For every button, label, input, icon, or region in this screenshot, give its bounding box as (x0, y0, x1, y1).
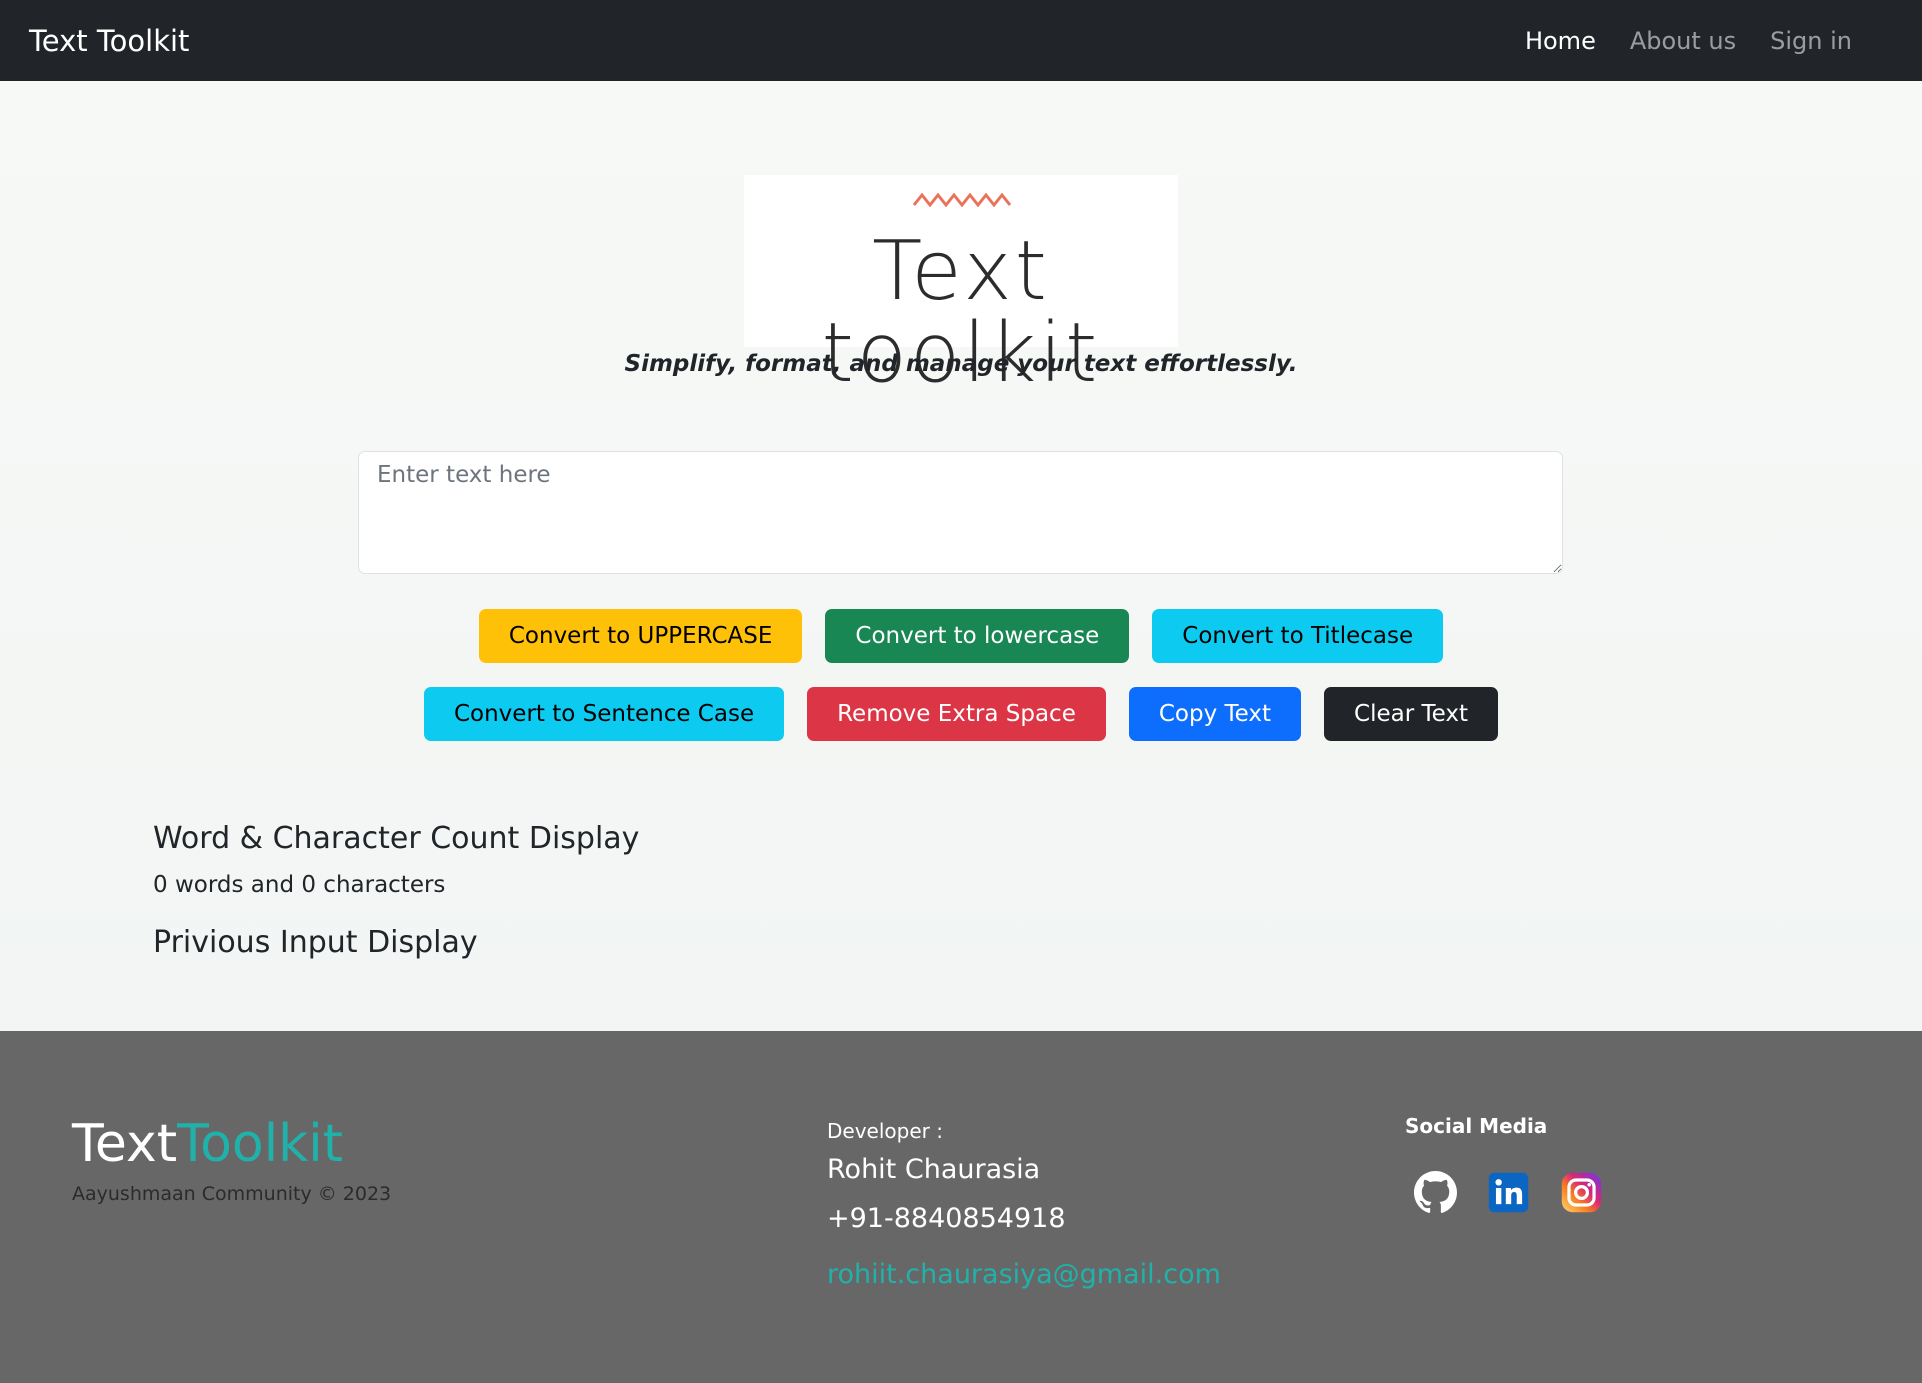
copy-text-button[interactable]: Copy Text (1128, 687, 1302, 741)
linkedin-icon[interactable] (1487, 1171, 1530, 1214)
nav-link-home[interactable]: Home (1525, 27, 1596, 55)
text-input-wrapper (358, 451, 1563, 574)
lowercase-button[interactable]: Convert to lowercase (825, 609, 1130, 663)
developer-email-link[interactable]: rohiit.chaurasiya@gmail.com (827, 1259, 1221, 1290)
github-icon[interactable] (1414, 1171, 1457, 1214)
tagline: Simplify, format, and manage your text e… (624, 351, 1298, 377)
social-media-title: Social Media (1405, 1114, 1548, 1138)
logo-image: Text toolkit (744, 175, 1178, 395)
button-row-2: Convert to Sentence Case Remove Extra Sp… (0, 687, 1922, 741)
uppercase-button[interactable]: Convert to UPPERCASE (478, 609, 803, 663)
zigzag-decoration-icon (912, 192, 1012, 208)
footer-brand: TextToolkit (72, 1118, 343, 1170)
navbar-brand[interactable]: Text Toolkit (29, 24, 189, 58)
remove-extra-space-button[interactable]: Remove Extra Space (807, 687, 1106, 741)
button-row-1: Convert to UPPERCASE Convert to lowercas… (0, 609, 1922, 663)
text-input[interactable] (358, 451, 1563, 574)
nav-link-sign-in[interactable]: Sign in (1770, 27, 1852, 55)
sentence-case-button[interactable]: Convert to Sentence Case (423, 687, 785, 741)
count-display-text: 0 words and 0 characters (153, 872, 446, 898)
instagram-icon[interactable] (1560, 1171, 1603, 1214)
footer: TextToolkit Aayushmaan Community © 2023 … (0, 1031, 1922, 1383)
developer-phone: +91-8840854918 (827, 1203, 1066, 1234)
social-icons (1414, 1171, 1603, 1214)
footer-brand-text: Text (72, 1114, 178, 1174)
footer-copyright: Aayushmaan Community © 2023 (72, 1183, 392, 1205)
main-content: Text toolkit Simplify, format, and manag… (0, 81, 1922, 1031)
nav-links: Home About us Sign in (1525, 27, 1852, 55)
developer-name: Rohit Chaurasia (827, 1154, 1041, 1185)
developer-label: Developer : (827, 1119, 943, 1143)
clear-text-button[interactable]: Clear Text (1324, 687, 1499, 741)
previous-input-title: Privious Input Display (153, 925, 478, 960)
titlecase-button[interactable]: Convert to Titlecase (1152, 609, 1444, 663)
top-navbar: Text Toolkit Home About us Sign in (0, 0, 1922, 81)
nav-link-about[interactable]: About us (1630, 27, 1736, 55)
count-display-title: Word & Character Count Display (153, 821, 640, 856)
footer-brand-accent: Toolkit (177, 1114, 344, 1174)
